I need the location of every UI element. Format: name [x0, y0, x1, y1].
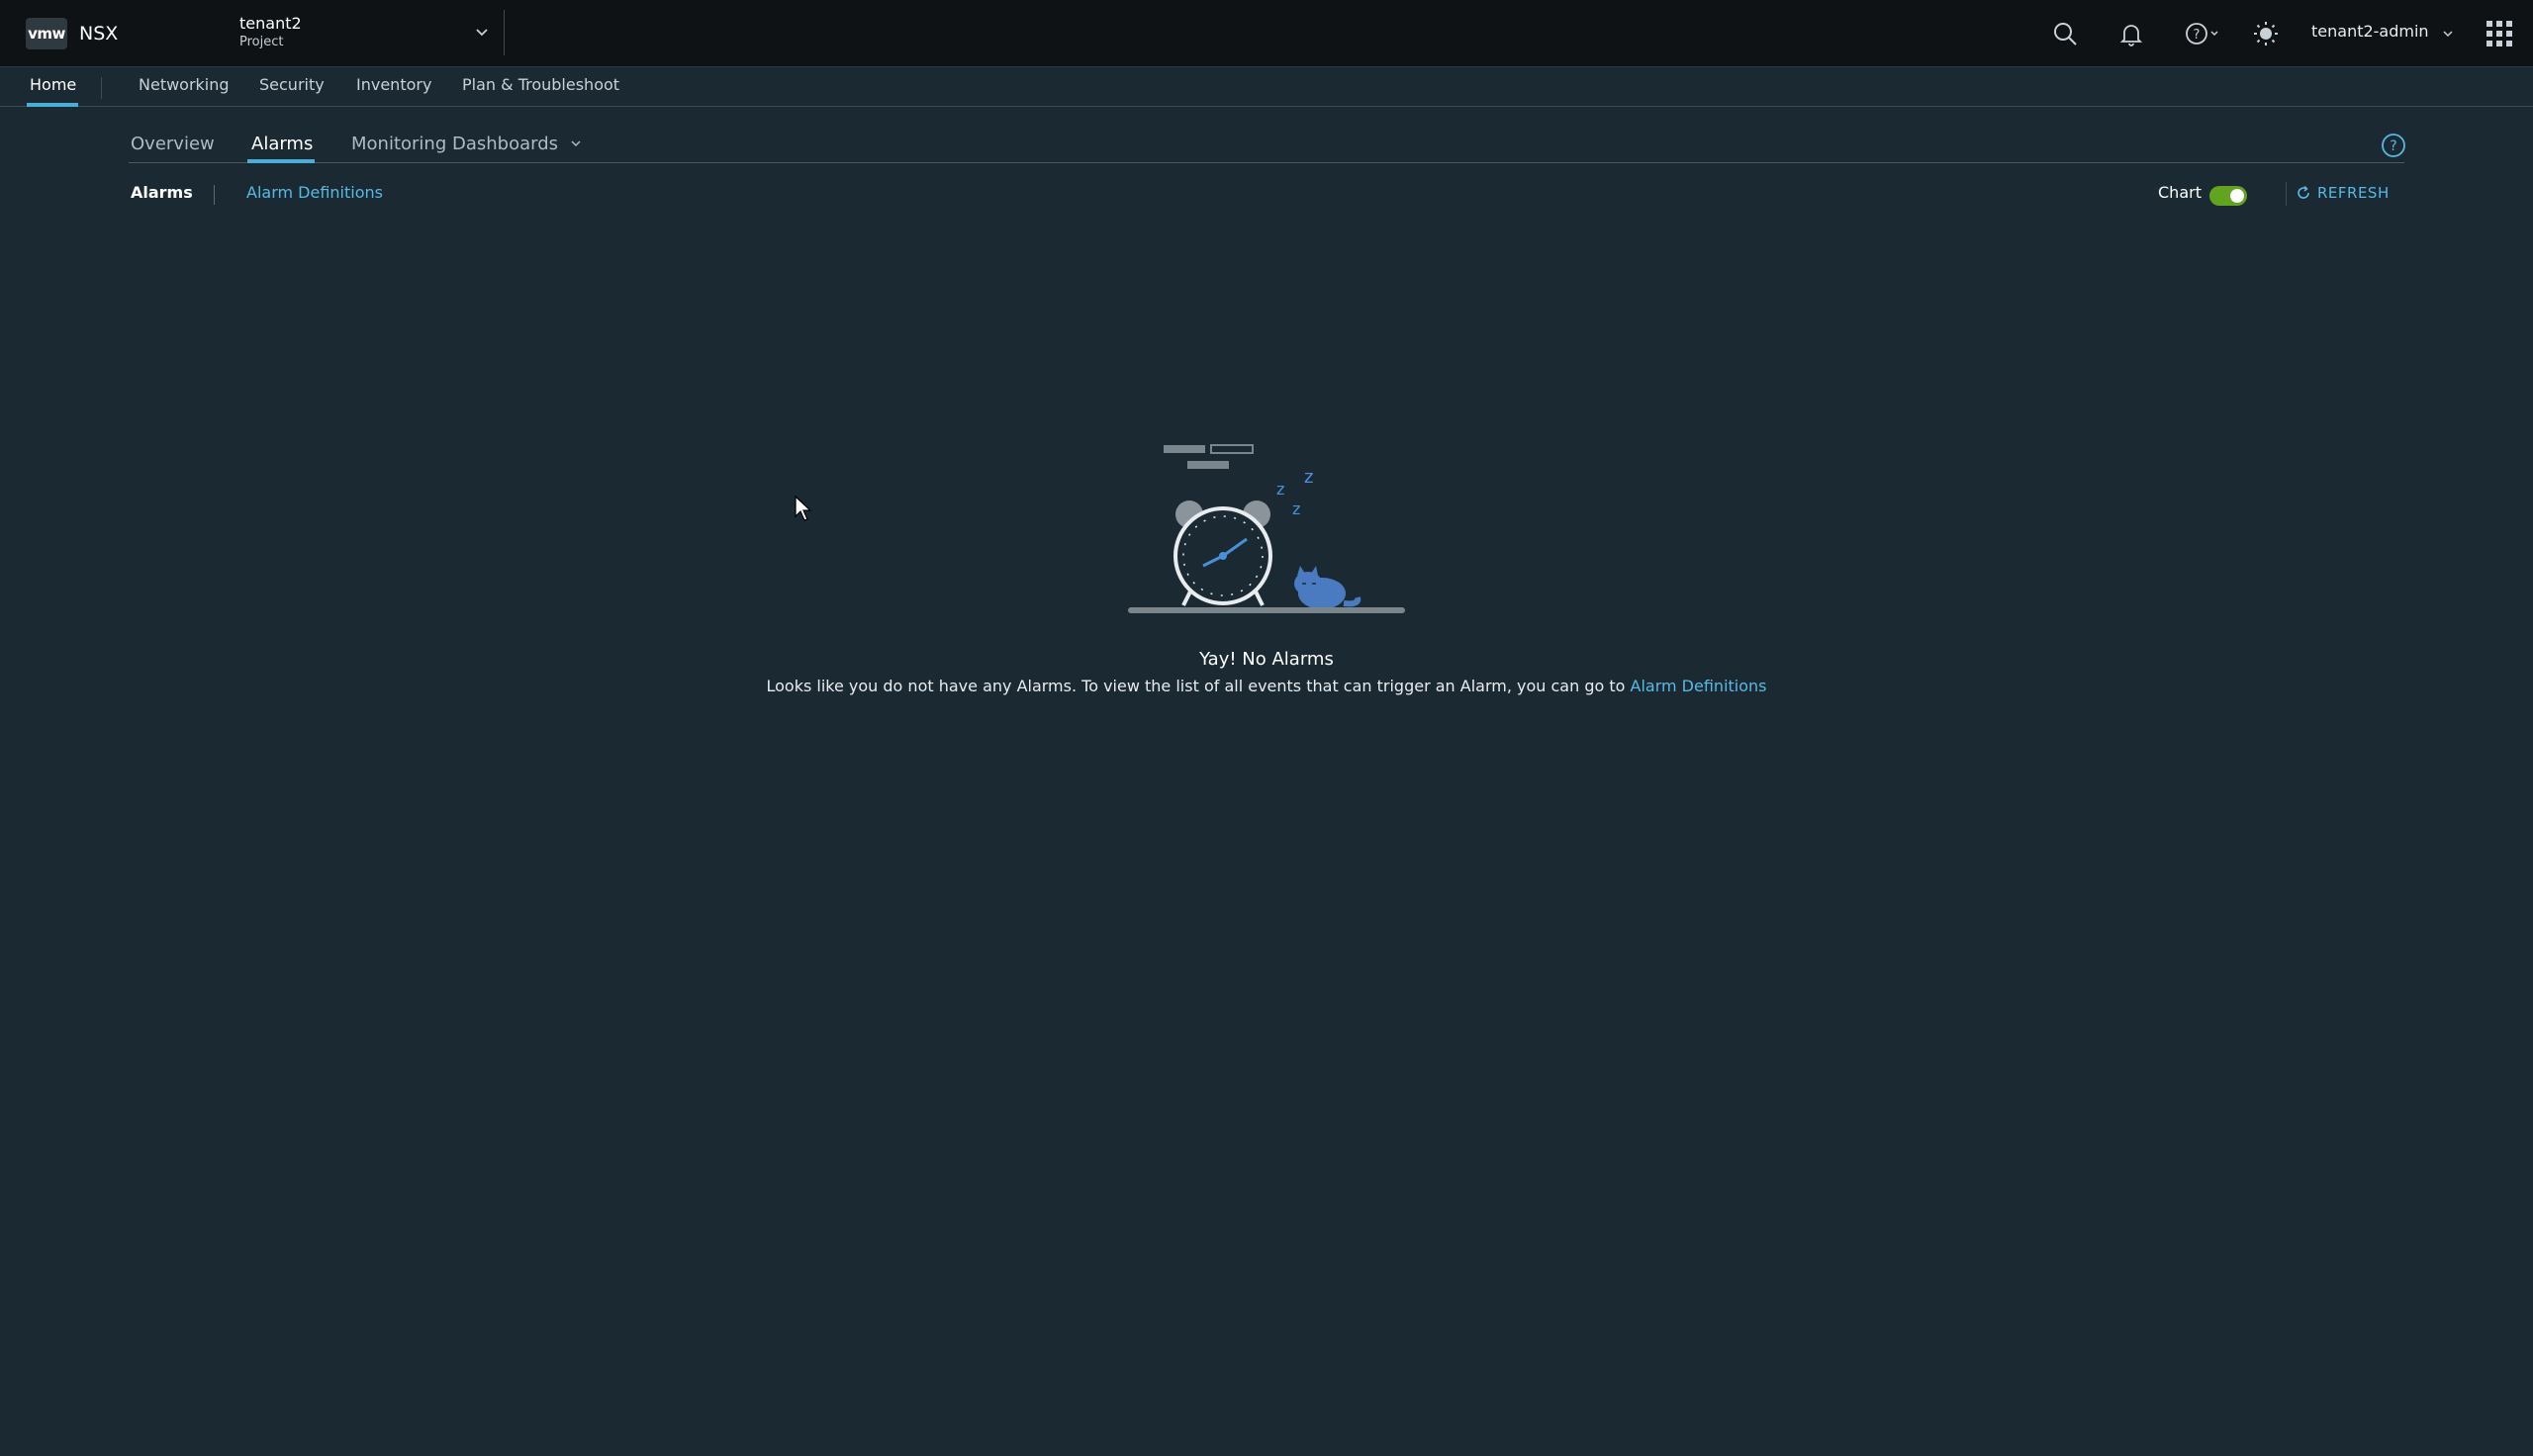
product-name: NSX [79, 23, 119, 45]
top-header: vmw NSX tenant2 Project ? tenant2-admin [0, 0, 2533, 67]
chevron-down-icon [476, 29, 488, 37]
user-menu[interactable]: tenant2-admin [2311, 22, 2429, 41]
mouse-cursor-icon [795, 495, 812, 521]
alarm-definitions-link[interactable]: Alarm Definitions [1631, 677, 1767, 695]
refresh-button[interactable]: REFRESH [2296, 184, 2390, 202]
help-circle-icon[interactable]: ? [2381, 133, 2406, 158]
tab-monitoring-dashboards-label: Monitoring Dashboards [351, 134, 559, 154]
sub-tabs: Overview Alarms Monitoring Dashboards [129, 127, 2404, 163]
svg-text:z: z [1292, 500, 1300, 518]
chevron-down-icon [571, 140, 581, 147]
sleeping-alarm-clock-illustration: z z z [1128, 444, 1405, 613]
tab-alarms[interactable]: Alarms [251, 127, 313, 162]
app-logo[interactable]: vmw NSX [26, 18, 118, 49]
chart-toggle[interactable] [2209, 186, 2247, 206]
svg-text:z: z [1276, 480, 1284, 499]
empty-state-message: Looks like you do not have any Alarms. T… [0, 677, 2533, 695]
app-launcher-grid-icon[interactable] [2486, 20, 2513, 47]
nav-divider [101, 77, 102, 99]
nav-networking[interactable]: Networking [139, 67, 230, 107]
main-navigation: Home Networking Security Inventory Plan … [0, 67, 2533, 107]
subnav-alarms[interactable]: Alarms [131, 183, 193, 202]
theme-sun-icon[interactable] [2252, 20, 2280, 47]
subnav-divider [214, 185, 215, 205]
refresh-label: REFRESH [2317, 184, 2390, 202]
chart-toggle-label: Chart [2158, 183, 2202, 202]
vmw-logo: vmw [26, 18, 67, 49]
nav-active-indicator [27, 103, 78, 107]
toolbar-divider [2286, 182, 2287, 206]
empty-state-title: Yay! No Alarms [1199, 649, 1334, 670]
refresh-icon [2298, 185, 2309, 199]
project-name: tenant2 [239, 14, 302, 33]
nav-plan-troubleshoot[interactable]: Plan & Troubleshoot [462, 67, 619, 107]
nav-inventory[interactable]: Inventory [356, 67, 431, 107]
tab-overview[interactable]: Overview [131, 127, 215, 162]
nav-security[interactable]: Security [259, 67, 325, 107]
header-divider [504, 10, 505, 55]
empty-state-text: Looks like you do not have any Alarms. T… [766, 677, 1631, 695]
svg-text:z: z [1304, 467, 1313, 488]
chevron-down-icon [2443, 31, 2453, 38]
project-selector[interactable]: tenant2 Project [239, 14, 497, 53]
nav-home[interactable]: Home [30, 67, 76, 107]
project-type: Project [239, 35, 284, 49]
bell-icon[interactable] [2117, 20, 2145, 47]
search-icon[interactable] [2051, 20, 2079, 47]
toggle-knob [2230, 189, 2244, 203]
svg-text:?: ? [2194, 28, 2201, 43]
subnav-alarm-definitions[interactable]: Alarm Definitions [246, 183, 383, 202]
tab-active-indicator [247, 159, 315, 163]
help-menu-icon[interactable]: ? [2185, 20, 2224, 47]
svg-text:?: ? [2390, 138, 2396, 154]
tab-monitoring-dashboards[interactable]: Monitoring Dashboards [351, 127, 582, 162]
